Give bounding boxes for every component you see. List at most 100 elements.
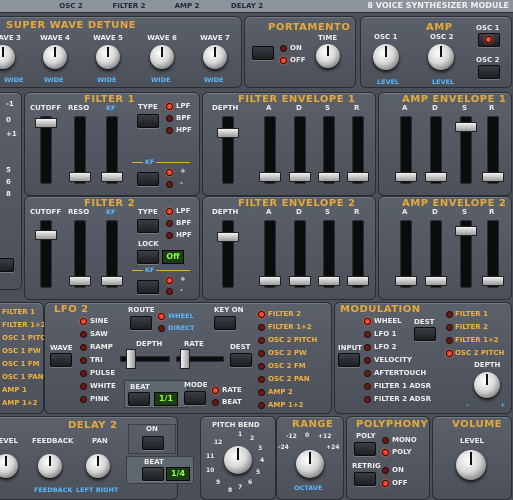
polyphony-retrig-off: OFF (392, 479, 408, 487)
wave4-wide: WIDE (44, 76, 64, 84)
filter-env1-depth-slider[interactable] (222, 116, 234, 184)
modulation-dest-button[interactable] (414, 327, 436, 341)
amp-env1-r-handle[interactable] (482, 172, 504, 182)
modulation-input-button[interactable] (338, 353, 360, 367)
delay2-feedback-knob[interactable] (38, 454, 62, 478)
portamento-off-label: OFF (290, 56, 306, 64)
filter-env2-depth-handle[interactable] (217, 232, 239, 242)
filter-env1-a-handle[interactable] (259, 172, 281, 182)
pitch-bend-knob[interactable] (224, 446, 252, 474)
modulation-dest-1: FILTER 2 (455, 323, 488, 331)
filter2-type-button[interactable] (137, 219, 159, 233)
filter-env1-depth-handle[interactable] (217, 128, 239, 138)
filter-env1-r-handle[interactable] (347, 172, 369, 182)
lfo1-partial-panel (0, 302, 44, 414)
lfo2-dest-led-2 (258, 337, 265, 344)
modulation-input-3: VELOCITY (374, 356, 412, 364)
filter-env1-s-handle[interactable] (318, 172, 340, 182)
filter1-hpf-label: HPF (176, 126, 192, 134)
lfo2-dest-3: OSC 2 PW (268, 349, 307, 357)
wave7-knob[interactable] (203, 45, 227, 69)
lfo2-route-button[interactable] (130, 316, 152, 330)
lfo2-keyon-button[interactable] (214, 316, 236, 330)
filter1-cutoff-handle[interactable] (35, 118, 57, 128)
range-knob[interactable] (296, 450, 324, 478)
amp-env2-s-label: S (462, 208, 468, 216)
filter2-kf-button[interactable] (137, 280, 159, 294)
lfo2-beat-button[interactable] (128, 392, 150, 406)
modulation-input-4: AFTERTOUCH (374, 369, 427, 377)
left-value-2: +1 (6, 130, 17, 138)
wave6-knob[interactable] (150, 45, 174, 69)
pb-scale-1: 1 (238, 431, 243, 438)
lfo2-wave-saw: SAW (90, 330, 108, 338)
filter1-type-button[interactable] (137, 114, 159, 128)
lfo2-depth-handle[interactable] (126, 349, 136, 369)
modulation-input-led-5 (364, 383, 371, 390)
lfo2-direct-led (158, 325, 165, 332)
portamento-time-label: TIME (318, 34, 338, 42)
delay2-pan-knob[interactable] (86, 454, 110, 478)
filter1-kf-divider (132, 162, 190, 163)
filter1-lpf-led (166, 103, 173, 110)
tab-filter2[interactable]: FILTER 2 (100, 1, 158, 11)
filter2-kf-handle[interactable] (101, 276, 123, 286)
amp-osc2-knob[interactable] (428, 44, 454, 70)
polyphony-retrig-button[interactable] (354, 472, 376, 486)
modulation-input-led-4 (364, 370, 371, 377)
portamento-time-knob[interactable] (316, 44, 340, 68)
amp-env1-s-handle[interactable] (455, 122, 477, 132)
lfo2-beat-display: 1/1 (154, 392, 178, 406)
filter1-kf-label: KF (106, 104, 116, 112)
filter2-reso-handle[interactable] (69, 276, 91, 286)
filter-env2-a-handle[interactable] (259, 276, 281, 286)
filter1-reso-handle[interactable] (69, 172, 91, 182)
wave5-knob[interactable] (96, 45, 120, 69)
modulation-depth-plus: + (500, 401, 506, 409)
amp-env1-d-handle[interactable] (425, 172, 447, 182)
lfo2-dest-led-7 (258, 402, 265, 409)
filter-env1-d-handle[interactable] (289, 172, 311, 182)
tab-delay2[interactable]: DELAY 2 (218, 1, 276, 11)
filter-env2-d-handle[interactable] (289, 276, 311, 286)
amp-env2-a-handle[interactable] (395, 276, 417, 286)
lfo2-dest-button[interactable] (230, 353, 252, 367)
pb-scale-6: 6 (248, 479, 253, 486)
polyphony-mono-led (382, 437, 389, 444)
filter-env2-r-handle[interactable] (347, 276, 369, 286)
lfo1-dest-3: OSC 1 PW (2, 347, 41, 355)
amp-osc1-btn-label: OSC 1 (476, 24, 500, 32)
amp-env1-a-handle[interactable] (395, 172, 417, 182)
wave4-label: WAVE 4 (40, 34, 70, 42)
pitch-bend-title: PITCH BEND (212, 421, 260, 429)
filter1-kf-handle[interactable] (101, 172, 123, 182)
amp-osc2-button[interactable] (478, 65, 500, 79)
amp-env2-s-handle[interactable] (455, 226, 477, 236)
filter1-kf-button[interactable] (137, 172, 159, 186)
filter2-lpf-led (166, 208, 173, 215)
polyphony-poly-button[interactable] (354, 442, 376, 456)
amp-env1-s-label: S (462, 104, 468, 112)
volume-knob[interactable] (456, 450, 486, 480)
amp-osc1-knob[interactable] (373, 44, 399, 70)
lfo2-mode-button[interactable] (184, 391, 206, 405)
lfo2-wave-sine: SINE (90, 317, 109, 325)
tab-amp2[interactable]: AMP 2 (164, 1, 210, 11)
tab-osc2[interactable]: OSC 2 (48, 1, 94, 11)
left-partial-button[interactable] (0, 258, 14, 272)
amp-env2-r-handle[interactable] (482, 276, 504, 286)
lfo2-wave-white: WHITE (90, 382, 116, 390)
lfo2-wave-button[interactable] (50, 353, 72, 367)
wave4-knob[interactable] (43, 45, 67, 69)
amp-env2-d-handle[interactable] (425, 276, 447, 286)
modulation-depth-knob[interactable] (474, 372, 500, 398)
filter-env2-s-handle[interactable] (318, 276, 340, 286)
filter2-cutoff-handle[interactable] (35, 230, 57, 240)
lfo2-depth-label: DEPTH (136, 340, 163, 348)
filter-env2-depth-slider[interactable] (222, 220, 234, 288)
portamento-toggle-button[interactable] (252, 46, 274, 60)
delay2-beat-button[interactable] (142, 467, 164, 481)
filter2-lock-button[interactable] (137, 250, 159, 264)
lfo2-rate-handle[interactable] (180, 349, 190, 369)
wave3-label: WAVE 3 (0, 34, 21, 42)
